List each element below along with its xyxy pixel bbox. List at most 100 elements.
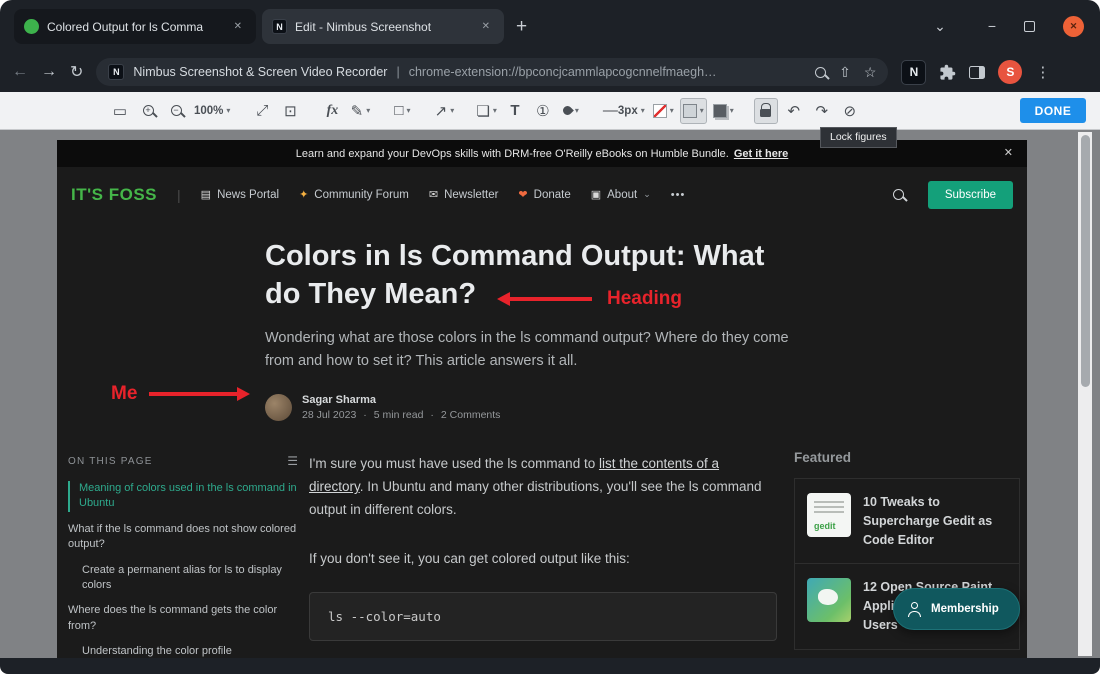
shadow-swatch (713, 104, 727, 118)
toc-item[interactable]: Where does the ls command gets the color… (68, 603, 298, 634)
done-button[interactable]: DONE (1020, 98, 1086, 123)
shape-tool[interactable]: □▾ (390, 98, 414, 124)
nav-item-newsletter[interactable]: ✉Newsletter (429, 188, 499, 201)
toc-item[interactable]: Meaning of colors used in the ls command… (68, 481, 298, 512)
arrow-line (510, 297, 592, 301)
gedit-icon: gedit (807, 493, 851, 537)
banner-close-icon[interactable]: ✕ (1004, 146, 1013, 159)
pencil-tool[interactable]: ✎▾ (348, 98, 372, 124)
paragraph-2: If you don't see it, you can get colored… (309, 547, 777, 570)
window-close-button[interactable]: ✕ (1063, 16, 1084, 37)
extensions-puzzle-icon[interactable] (939, 64, 956, 81)
featured-card-gedit[interactable]: gedit 10 Tweaks to Supercharge Gedit as … (795, 479, 1019, 563)
annotation-label: Heading (607, 288, 682, 310)
code-block[interactable]: ls --color=auto (309, 592, 777, 641)
newspaper-icon: ▤ (201, 188, 211, 201)
publish-date: 28 Jul 2023 (302, 409, 356, 421)
toc-menu-icon[interactable]: ☰ (287, 454, 298, 468)
select-area-tool[interactable]: ▭ (108, 98, 132, 124)
search-icon[interactable] (893, 189, 904, 200)
author-name[interactable]: Sagar Sharma (302, 394, 500, 406)
text-tool[interactable]: T (503, 98, 527, 124)
browser-toolbar: ← → ↻ N Nimbus Screenshot & Screen Video… (0, 52, 1100, 92)
zoom-in-tool[interactable]: + (136, 98, 160, 124)
extension-name: Nimbus Screenshot & Screen Video Recorde… (133, 65, 387, 79)
resize-tool[interactable]: ⤢ (250, 98, 274, 124)
side-panel-icon[interactable] (969, 66, 985, 79)
nimbus-extension-button[interactable]: N (901, 60, 926, 85)
share-icon[interactable]: ⇧ (839, 64, 851, 81)
banner-link[interactable]: Get it here (734, 148, 788, 160)
nav-item-donate[interactable]: ❤Donate (518, 188, 570, 201)
close-icon: ✕ (1070, 21, 1078, 32)
meta-dot: · (363, 409, 367, 421)
square-icon: □ (394, 102, 403, 119)
nav-more-button[interactable]: ••• (671, 189, 686, 201)
editor-canvas[interactable]: Learn and expand your DevOps skills with… (0, 130, 1100, 658)
annotation-me[interactable]: Me (111, 383, 250, 405)
itsfoss-logo[interactable]: IT'S FOSS (71, 185, 157, 205)
fill-color-tool[interactable]: ▾ (680, 98, 707, 124)
nav-item-news-portal[interactable]: ▤News Portal (201, 188, 279, 201)
author-avatar[interactable] (265, 394, 292, 421)
nav-item-community-forum[interactable]: ✦Community Forum (299, 188, 409, 201)
banner-text: Learn and expand your DevOps skills with… (296, 148, 729, 160)
undo-tool[interactable]: ↶ (782, 98, 806, 124)
tab-close-icon[interactable]: ✕ (478, 19, 494, 34)
profile-avatar[interactable]: S (998, 60, 1022, 84)
stroke-color-tool[interactable]: ▾ (651, 98, 676, 124)
arrow-tool[interactable]: ↗▾ (432, 98, 456, 124)
tab-nimbus-edit[interactable]: N Edit - Nimbus Screenshot ✕ (262, 9, 504, 44)
numbering-tool[interactable]: ① (531, 98, 555, 124)
maximize-button[interactable] (1024, 21, 1035, 32)
annotation-label: Me (111, 383, 137, 405)
page-scrollbar[interactable] (1078, 132, 1092, 656)
blur-tool[interactable]: ▾ (559, 98, 583, 124)
shadow-tool[interactable]: ▾ (711, 98, 736, 124)
effects-tool[interactable]: fx (320, 98, 344, 124)
lock-figures-tool[interactable] (754, 98, 778, 124)
redo-tool[interactable]: ↷ (810, 98, 834, 124)
person-icon (907, 602, 922, 617)
minimize-button[interactable]: − (988, 18, 996, 34)
arrow-icon: ↗ (435, 102, 448, 120)
arrow-head-right-icon (237, 387, 250, 401)
scrollbar-thumb[interactable] (1081, 135, 1090, 387)
forward-icon[interactable]: → (41, 63, 57, 81)
featured-title: Featured (794, 450, 1020, 465)
membership-button[interactable]: Membership (893, 588, 1020, 630)
lock-figures-tooltip: Lock figures (820, 127, 897, 148)
toc-item[interactable]: Create a permanent alias for ls to displ… (68, 563, 298, 594)
reload-icon[interactable]: ↻ (70, 62, 83, 82)
crop-tool[interactable]: ⊡ (278, 98, 302, 124)
callout-tool[interactable]: ❏▾ (474, 98, 498, 124)
zoom-level-dropdown[interactable]: 100%▾ (192, 98, 232, 124)
address-separator: | (396, 65, 399, 79)
zoom-page-icon[interactable] (815, 67, 826, 78)
toc-item[interactable]: What if the ls command does not show col… (68, 522, 298, 553)
toc-item[interactable]: Understanding the color profile (68, 644, 298, 658)
address-bar[interactable]: N Nimbus Screenshot & Screen Video Recor… (96, 58, 888, 86)
zoom-out-tool[interactable]: − (164, 98, 188, 124)
tab-close-icon[interactable]: ✕ (230, 19, 246, 34)
article-body: I'm sure you must have used the ls comma… (309, 452, 777, 641)
window-controls: ⌄ − ✕ (934, 0, 1084, 52)
new-tab-button[interactable]: + (516, 16, 527, 38)
stroke-color-swatch (653, 104, 667, 118)
line-width-dropdown[interactable]: —3px▾ (601, 98, 647, 124)
droplet-icon (561, 104, 574, 117)
editor-toolbar: ▭ + − 100%▾ ⤢ ⊡ fx ✎▾ □▾ ↗▾ ❏▾ T ① ▾ —3p… (0, 92, 1100, 130)
back-icon[interactable]: ← (12, 63, 28, 81)
bookmark-star-icon[interactable]: ☆ (864, 64, 877, 81)
browser-menu-icon[interactable]: ⋮ (1035, 63, 1050, 81)
tab-foss-article[interactable]: Colored Output for ls Comma ✕ (14, 9, 256, 44)
subscribe-button[interactable]: Subscribe (928, 181, 1013, 209)
annotation-heading[interactable]: Heading (497, 288, 682, 310)
nav-item-about[interactable]: ▣About⌄ (591, 188, 651, 201)
clear-all-tool[interactable]: ⊘ (838, 98, 862, 124)
arrow-head-left-icon (497, 292, 510, 306)
tab-search-chevron-icon[interactable]: ⌄ (934, 18, 946, 35)
screenshot-image: Learn and expand your DevOps skills with… (57, 140, 1027, 658)
paint-app-icon (807, 578, 851, 622)
toc-title: ON THIS PAGE (68, 456, 153, 467)
